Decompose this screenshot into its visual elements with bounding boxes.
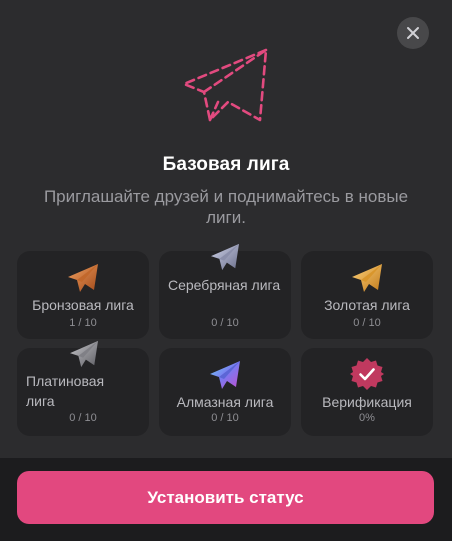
league-count: 0 / 10 — [211, 317, 239, 329]
close-icon — [407, 27, 419, 39]
league-count: 0 / 10 — [211, 412, 239, 424]
platinum-plane-icon — [70, 340, 98, 368]
league-count: 0% — [359, 412, 375, 424]
league-count: 0 / 10 — [353, 317, 381, 329]
paper-plane-outline-icon — [182, 48, 268, 122]
page-title: Базовая лига — [162, 154, 290, 175]
league-card-platinum[interactable]: Платиновая лига 0 / 10 — [17, 340, 149, 436]
league-card-verification[interactable]: Верификация 0% — [301, 348, 433, 436]
league-name: Серебряная лига — [168, 277, 281, 293]
league-card-gold[interactable]: Золотая лига 0 / 10 — [301, 251, 433, 339]
league-card-diamond[interactable]: Алмазная лига 0 / 10 — [159, 348, 291, 436]
verified-badge-icon — [350, 358, 384, 390]
league-name: Верификация — [322, 394, 412, 410]
league-name: Золотая лига — [324, 297, 410, 313]
league-count: 0 / 10 — [69, 412, 97, 424]
league-count: 1 / 10 — [69, 317, 97, 329]
silver-plane-icon — [211, 243, 239, 271]
set-status-button[interactable]: Установить статус — [17, 471, 434, 524]
league-name: Бронзовая лига — [32, 297, 134, 313]
close-button[interactable] — [397, 17, 429, 49]
gold-plane-icon — [352, 264, 382, 292]
league-name: Алмазная лига — [176, 394, 274, 410]
league-sheet: Базовая лига Приглашайте друзей и подним… — [0, 0, 452, 458]
league-card-bronze[interactable]: Бронзовая лига 1 / 10 — [17, 251, 149, 339]
bronze-plane-icon — [68, 264, 98, 292]
page-subtitle: Приглашайте друзей и поднимайтесь в новы… — [43, 187, 409, 227]
league-name: Платиновая лига — [26, 373, 105, 409]
diamond-plane-icon — [210, 361, 240, 389]
league-card-silver[interactable]: Серебряная лига 0 / 10 — [159, 243, 291, 339]
